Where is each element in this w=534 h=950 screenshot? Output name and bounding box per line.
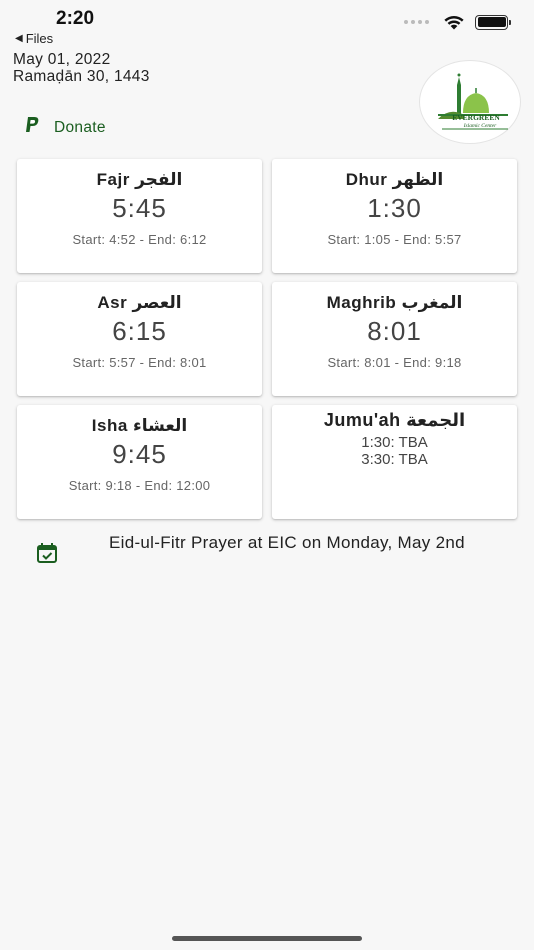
prayer-range: Start: 5:57 - End: 8:01	[72, 355, 207, 370]
announcement-item[interactable]: Eid-ul-Fitr Prayer at EIC on Monday, May…	[35, 533, 505, 565]
mosque-logo: EVERGREEN Islamic Center	[419, 60, 521, 144]
prayer-time: 5:45	[112, 193, 167, 223]
prayer-card-dhur: Dhur الظهر 1:30 Start: 1:05 - End: 5:57	[272, 159, 517, 273]
prayer-card-isha: Isha العشاء 9:45 Start: 9:18 - End: 12:0…	[17, 405, 262, 519]
prayer-name: Isha العشاء	[91, 416, 188, 435]
back-to-files-link[interactable]: ◀ Files	[15, 31, 53, 46]
status-time: 2:20	[56, 8, 95, 29]
prayer-time: 8:01	[367, 316, 422, 346]
prayer-time: 6:15	[112, 316, 167, 346]
home-indicator[interactable]	[172, 936, 362, 941]
logo-text-top: EVERGREEN	[452, 113, 500, 122]
back-app-label: Files	[25, 31, 54, 46]
prayer-name: Jumu'ah الجمعة	[323, 410, 466, 430]
prayer-name: Dhur الظهر	[345, 170, 444, 189]
jumuah-time: 1:30: TBA	[361, 434, 428, 451]
donate-button[interactable]: Donate	[24, 116, 106, 139]
prayer-name: Maghrib المغرب	[326, 293, 463, 312]
prayer-time: 9:45	[112, 439, 167, 469]
prayer-card-maghrib: Maghrib المغرب 8:01 Start: 8:01 - End: 9…	[272, 282, 517, 396]
gregorian-date: May 01, 2022	[13, 51, 111, 68]
hijri-date: Ramaḍān 30, 1443	[13, 68, 150, 85]
prayer-range: Start: 4:52 - End: 6:12	[72, 232, 207, 247]
prayer-card-fajr: Fajr الفجر 5:45 Start: 4:52 - End: 6:12	[17, 159, 262, 273]
logo-text-bottom: Islamic Center	[463, 123, 497, 129]
donate-label: Donate	[54, 118, 106, 136]
cellular-signal-icon	[404, 20, 429, 24]
wifi-icon	[444, 15, 464, 30]
prayer-time: 1:30	[367, 193, 422, 223]
prayer-name: Fajr الفجر	[96, 170, 183, 189]
prayer-name: Asr العصر	[97, 293, 182, 312]
prayer-range: Start: 8:01 - End: 9:18	[327, 355, 462, 370]
prayer-range: Start: 9:18 - End: 12:00	[68, 478, 211, 493]
paypal-icon	[24, 116, 41, 139]
back-triangle-icon: ◀	[15, 33, 23, 44]
mosque-logo-icon: EVERGREEN Islamic Center	[438, 73, 508, 130]
calendar-check-icon	[37, 543, 57, 563]
status-indicators	[404, 14, 511, 30]
announcement-text: Eid-ul-Fitr Prayer at EIC on Monday, May…	[109, 533, 465, 552]
prayer-card-asr: Asr العصر 6:15 Start: 5:57 - End: 8:01	[17, 282, 262, 396]
jumuah-time: 3:30: TBA	[361, 451, 428, 468]
prayer-range: Start: 1:05 - End: 5:57	[327, 232, 462, 247]
prayer-card-jumuah: Jumu'ah الجمعة 1:30: TBA 3:30: TBA	[272, 405, 517, 519]
battery-icon	[475, 14, 511, 30]
date-header: May 01, 2022 Ramaḍān 30, 1443	[13, 51, 150, 85]
prayer-times-screen: 2:20 ◀ Files May 01, 2022 Ramaḍān 30, 14…	[0, 0, 534, 950]
